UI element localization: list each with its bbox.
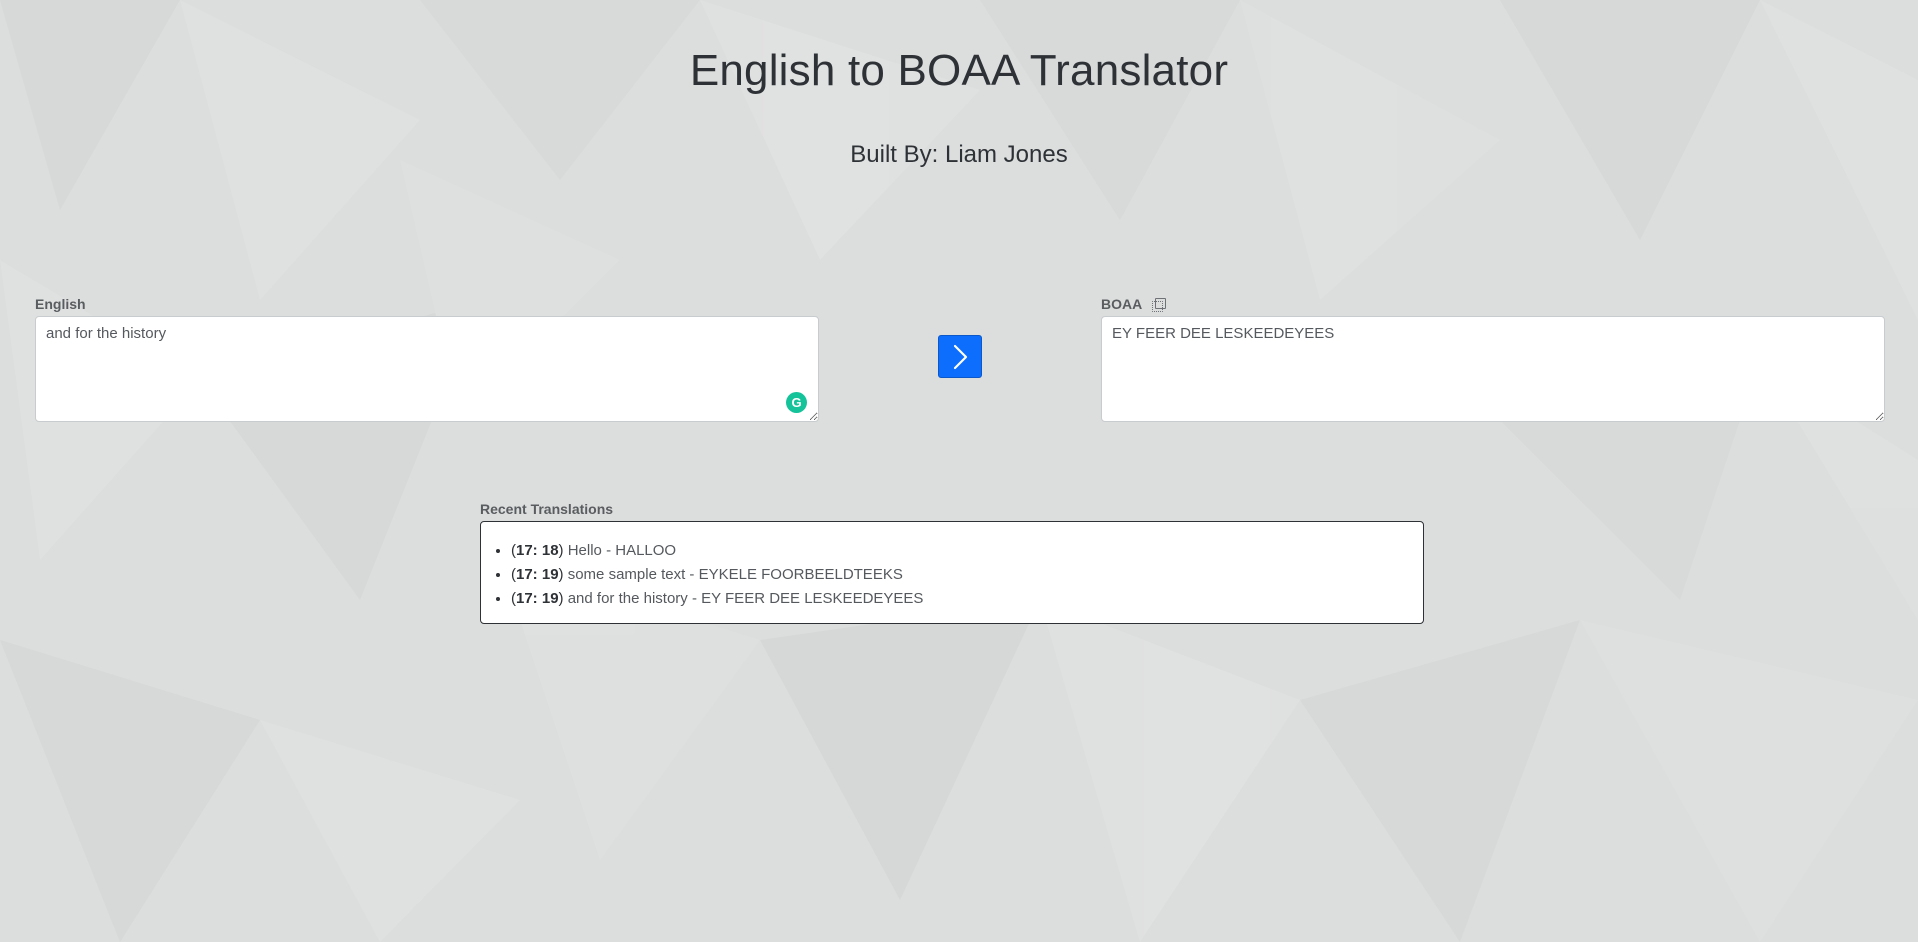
boaa-label: BOAA [1101, 296, 1143, 312]
list-item: (17: 19) some sample text - EYKELE FOORB… [511, 563, 1423, 587]
recent-translations-list: (17: 18) Hello - HALLOO (17: 19) some sa… [511, 539, 1423, 611]
english-input[interactable]: and for the history [35, 316, 819, 422]
recent-translations-label: Recent Translations [480, 501, 614, 517]
boaa-label-row: BOAA [1101, 296, 1167, 312]
page-title: English to BOAA Translator [689, 46, 1229, 95]
translate-button[interactable] [938, 335, 982, 378]
translation-text: and for the history - EY FEER DEE LESKEE… [567, 590, 924, 607]
list-item: (17: 19) and for the history - EY FEER D… [511, 587, 1423, 611]
translation-time: 17: 18 [516, 542, 559, 559]
translation-text: Hello - HALLOO [567, 542, 677, 559]
author-subtitle: Built By: Liam Jones [850, 141, 1068, 168]
translation-text: some sample text - EYKELE FOORBEELDTEEKS [567, 566, 903, 583]
recent-translations-box: (17: 18) Hello - HALLOO (17: 19) some sa… [480, 521, 1424, 624]
copy-icon[interactable] [1152, 297, 1167, 312]
grammarly-icon[interactable]: G [786, 392, 807, 413]
list-item: (17: 18) Hello - HALLOO [511, 539, 1423, 563]
translation-time: 17: 19 [516, 590, 559, 607]
english-label: English [35, 296, 86, 312]
translation-time: 17: 19 [516, 566, 559, 583]
boaa-output[interactable]: EY FEER DEE LESKEEDEYEES [1101, 316, 1885, 422]
chevron-right-icon [953, 344, 968, 369]
